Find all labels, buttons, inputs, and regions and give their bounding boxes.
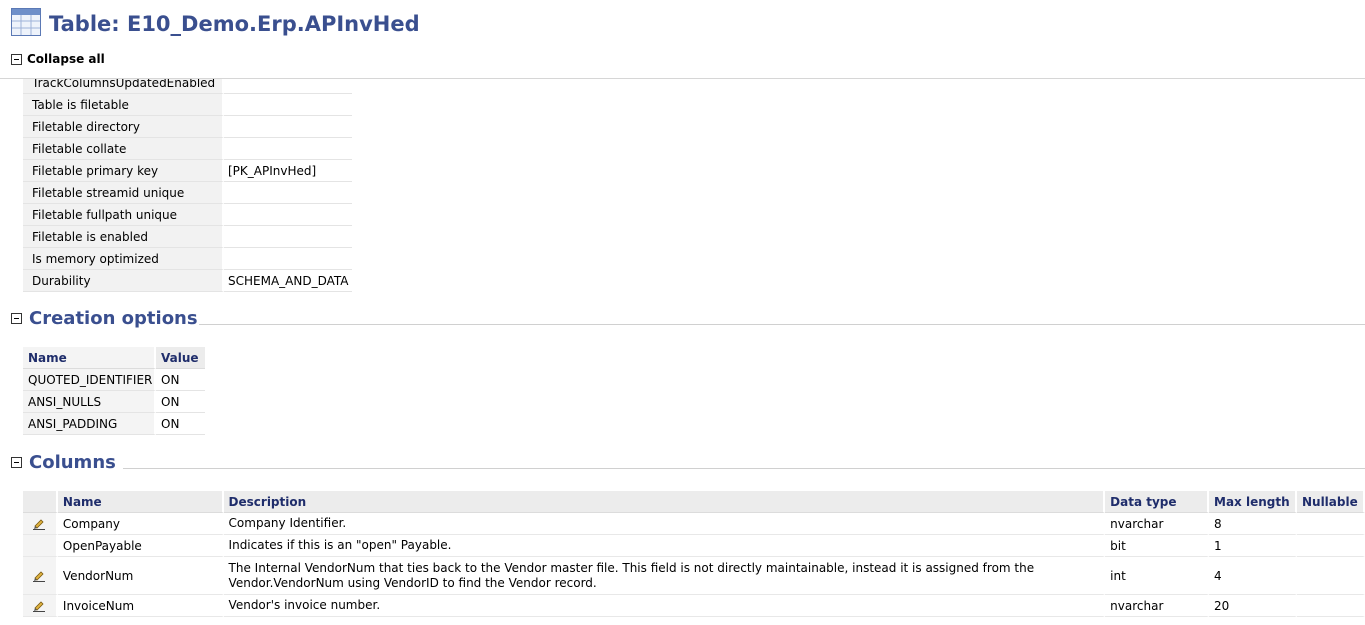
column-header-name: Name [23,347,156,369]
column-header-value: Value [156,347,205,369]
property-name: Filetable streamid unique [23,182,224,204]
column-name: OpenPayable [57,535,224,557]
table-row: VendorNum The Internal VendorNum that ti… [23,557,1365,595]
property-name: Filetable is enabled [23,226,224,248]
column-max-length: 8 [1209,513,1297,535]
table-row: Filetable primary key [PK_APInvHed] [23,160,352,182]
option-value: ON [156,369,205,391]
table-row: Company Company Identifier. nvarchar 8 [23,513,1365,535]
column-data-type: nvarchar [1105,513,1210,535]
table-row: InvoiceNum Vendor's invoice number. nvar… [23,595,1365,617]
table-row: QUOTED_IDENTIFIER ON [23,369,205,391]
column-nullable [1296,513,1365,535]
table-row: Is memory optimized [23,248,352,270]
column-header-nullable: Nullable [1296,491,1365,513]
column-data-type: int [1105,557,1210,595]
column-nullable [1296,557,1365,595]
table-row: Table is filetable [23,94,352,116]
column-name: InvoiceNum [57,595,224,617]
table-header-row: Name Description Data type Max length Nu… [23,491,1365,513]
property-value: [PK_APInvHed] [224,160,352,182]
table-row: ANSI_NULLS ON [23,391,205,413]
column-data-type: bit [1105,535,1210,557]
property-name: Filetable fullpath unique [23,204,224,226]
property-name: Is memory optimized [23,248,224,270]
property-value: SCHEMA_AND_DATA [224,270,352,292]
collapse-all-label: Collapse all [27,52,105,66]
page-title: Table: E10_Demo.Erp.APInvHed [49,12,420,36]
row-icon-cell [23,535,58,557]
creation-options-table: Name Value QUOTED_IDENTIFIER ON ANSI_NULL… [23,347,205,435]
property-name: Filetable primary key [23,160,224,182]
columns-table: Name Description Data type Max length Nu… [23,491,1365,617]
column-name: Company [57,513,224,535]
collapse-icon[interactable] [11,457,22,468]
property-name: Table is filetable [23,94,224,116]
table-row: Filetable streamid unique [23,182,352,204]
edit-icon [33,601,46,612]
table-row: Filetable is enabled [23,226,352,248]
creation-options-toggle[interactable]: Creation options [11,308,198,329]
row-icon-cell [23,513,58,535]
collapse-icon[interactable] [11,313,22,324]
edit-icon [33,519,46,530]
table-row: Filetable collate [23,138,352,160]
property-value [224,78,352,94]
option-name: ANSI_PADDING [23,413,156,435]
column-max-length: 4 [1209,557,1297,595]
row-icon-cell [23,595,58,617]
option-value: ON [156,391,205,413]
collapse-icon [11,53,22,65]
column-name: VendorNum [57,557,224,595]
property-name: TrackColumnsUpdatedEnabled [23,78,224,94]
table-row: ANSI_PADDING ON [23,413,205,435]
row-icon-cell [23,557,58,595]
property-value [224,226,352,248]
column-nullable [1296,595,1365,617]
content-area[interactable]: TrackColumnsUpdatedEnabled Table is file… [0,78,1365,625]
column-data-type: nvarchar [1105,595,1210,617]
columns-title: Columns [29,452,116,473]
property-value [224,248,352,270]
columns-toggle[interactable]: Columns [11,452,116,473]
column-header-name: Name [57,491,224,513]
table-icon [11,8,41,36]
property-value [224,204,352,226]
option-value: ON [156,413,205,435]
property-value [224,138,352,160]
column-header-max-length: Max length [1209,491,1297,513]
section-divider [123,468,1365,469]
properties-table: TrackColumnsUpdatedEnabled Table is file… [23,78,352,292]
table-row: Durability SCHEMA_AND_DATA [23,270,352,292]
column-description: Vendor's invoice number. [223,595,1106,617]
edit-icon [33,571,46,582]
column-max-length: 20 [1209,595,1297,617]
column-description: Company Identifier. [223,513,1106,535]
table-row: OpenPayable Indicates if this is an "ope… [23,535,1365,557]
table-header-row: Name Value [23,347,205,369]
property-value [224,116,352,138]
column-max-length: 1 [1209,535,1297,557]
section-divider [199,324,1365,325]
property-name: Filetable collate [23,138,224,160]
property-name: Filetable directory [23,116,224,138]
column-description: Indicates if this is an "open" Payable. [223,535,1106,557]
option-name: QUOTED_IDENTIFIER [23,369,156,391]
page-header: Table: E10_Demo.Erp.APInvHed Collapse al… [0,0,1365,79]
property-value [224,182,352,204]
column-description: The Internal VendorNum that ties back to… [223,557,1106,595]
collapse-all-button[interactable]: Collapse all [11,52,105,66]
column-header-icon [23,491,58,513]
table-row: TrackColumnsUpdatedEnabled [23,78,352,94]
property-name: Durability [23,270,224,292]
property-value [224,94,352,116]
option-name: ANSI_NULLS [23,391,156,413]
table-row: Filetable fullpath unique [23,204,352,226]
column-nullable [1296,535,1365,557]
table-row: Filetable directory [23,116,352,138]
column-header-data-type: Data type [1105,491,1210,513]
column-header-description: Description [223,491,1106,513]
creation-options-title: Creation options [29,308,198,329]
